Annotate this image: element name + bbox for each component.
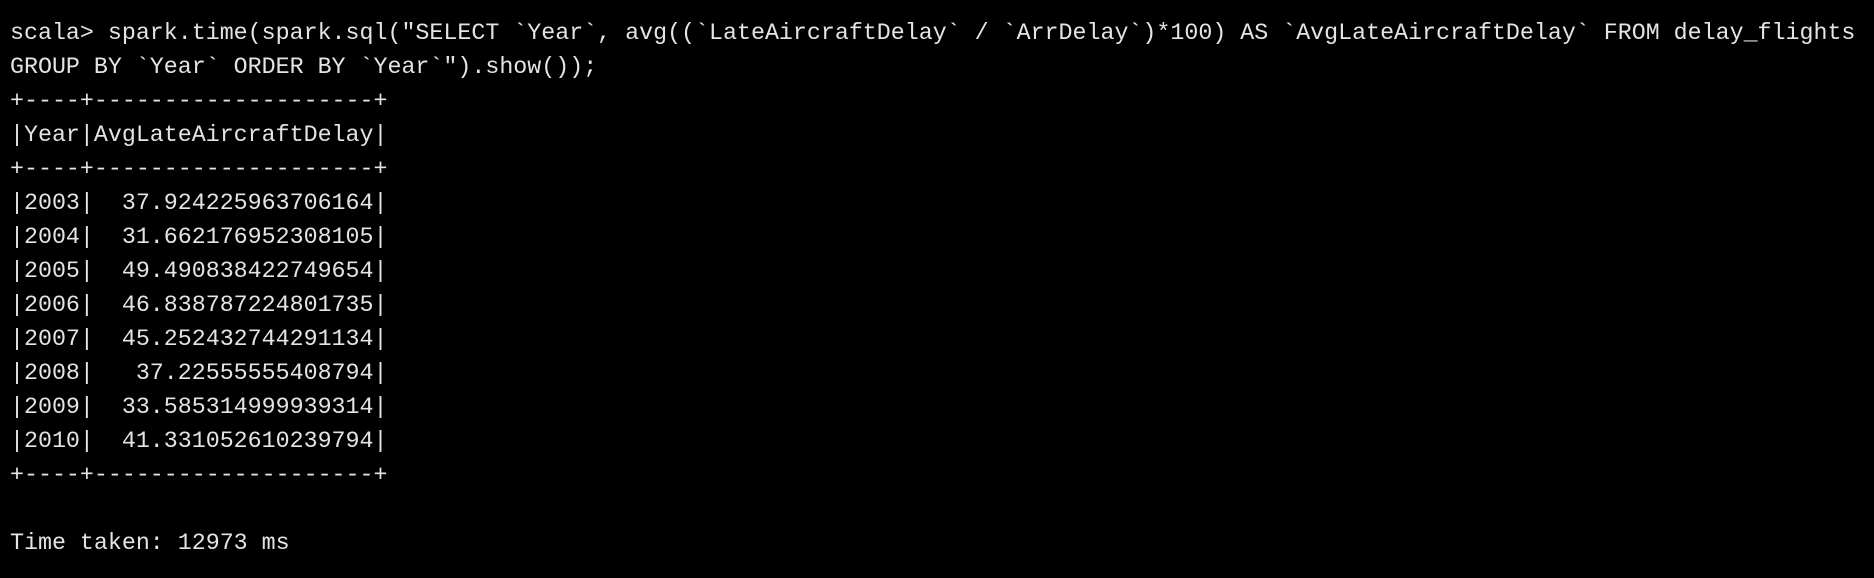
table-header: |Year|AvgLateAircraftDelay| [10,122,388,148]
table-border-header: +----+--------------------+ [10,156,388,182]
table-row: |2003| 37.924225963706164| [10,190,388,216]
table-row: |2007| 45.252432744291134| [10,326,388,352]
table-row: |2006| 46.838787224801735| [10,292,388,318]
command-line: scala> spark.time(spark.sql("SELECT `Yea… [10,20,1856,46]
table-row: |2005| 49.490838422749654| [10,258,388,284]
table-border-bottom: +----+--------------------+ [10,462,388,488]
table-row: |2010| 41.331052610239794| [10,428,388,454]
command-line-continuation: GROUP BY `Year` ORDER BY `Year`").show()… [10,54,598,80]
table-row: |2008| 37.22555555408794| [10,360,388,386]
table-border-top: +----+--------------------+ [10,88,388,114]
time-taken: Time taken: 12973 ms [10,530,290,556]
table-row: |2004| 31.662176952308105| [10,224,388,250]
table-row: |2009| 33.585314999939314| [10,394,388,420]
terminal-output[interactable]: scala> spark.time(spark.sql("SELECT `Yea… [0,0,1874,560]
